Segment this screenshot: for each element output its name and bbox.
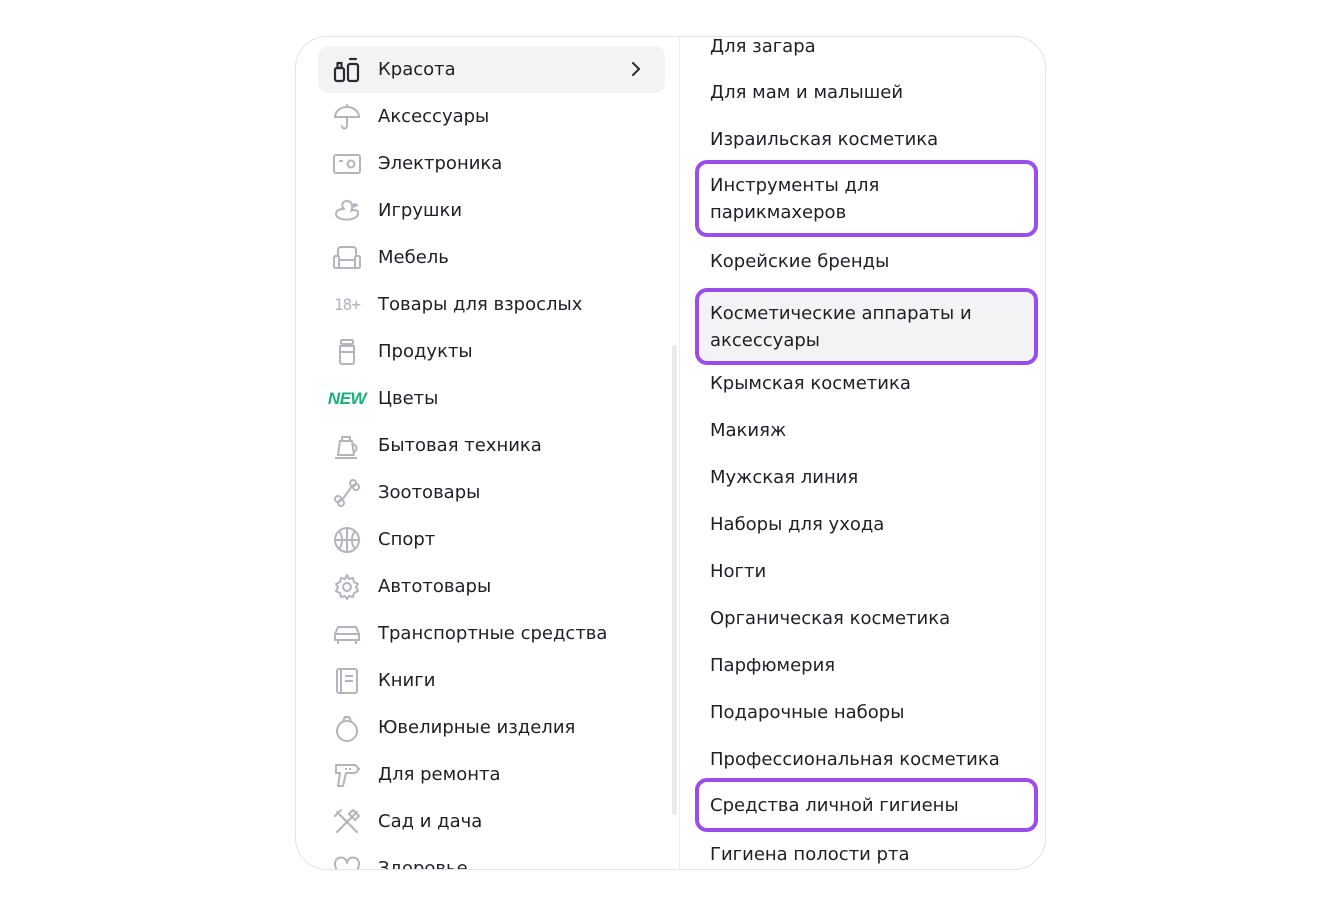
garden-tools-icon xyxy=(332,807,362,837)
category-label: Красота xyxy=(378,59,456,80)
category-label: Мебель xyxy=(378,247,449,268)
category-label: Здоровье xyxy=(378,858,468,870)
category-label: Электроника xyxy=(378,153,503,174)
category-item-pets[interactable]: Зоотовары xyxy=(318,469,665,516)
subcategory-item[interactable]: Наборы для ухода xyxy=(695,511,1038,538)
subcategory-item[interactable]: Гигиена полости рта xyxy=(695,841,1038,868)
subcategory-label: Для загара xyxy=(710,36,816,57)
subcategory-item[interactable]: Для мам и малышей xyxy=(695,79,1038,106)
category-item-adult[interactable]: 18+ Товары для взрослых xyxy=(318,281,665,328)
category-label: Ювелирные изделия xyxy=(378,717,576,738)
subcategory-item[interactable]: Макияж xyxy=(695,417,1038,444)
category-label: Цветы xyxy=(378,388,439,409)
category-label: Товары для взрослых xyxy=(378,294,583,315)
subcategory-list: Для загара Для мам и малышей Израильская… xyxy=(680,37,1045,869)
category-menu: Красота Аксессуары Электроника Игрушки М… xyxy=(295,36,1046,870)
subcategory-item[interactable]: Парфюмерия xyxy=(695,652,1038,679)
category-item-toys[interactable]: Игрушки xyxy=(318,187,665,234)
subcategory-item-highlighted[interactable]: Косметические аппараты и аксессуары xyxy=(695,288,1038,365)
subcategory-label: Инструменты для парикмахеров xyxy=(710,174,880,223)
subcategory-item[interactable]: Ногти xyxy=(695,558,1038,585)
category-item-groceries[interactable]: Продукты xyxy=(318,328,665,375)
heart-icon xyxy=(332,854,362,869)
subcategory-item[interactable]: Профессиональная косметика xyxy=(695,746,1038,773)
category-label: Бытовая техника xyxy=(378,435,542,456)
category-item-beauty[interactable]: Красота xyxy=(318,46,665,93)
subcategory-label: Гигиена полости рта xyxy=(710,844,910,865)
armchair-icon xyxy=(332,243,362,273)
duck-icon xyxy=(332,196,362,226)
subcategory-label: Для мам и малышей xyxy=(710,82,904,103)
subcategory-item[interactable]: Для загара xyxy=(695,36,1038,60)
category-item-sport[interactable]: Спорт xyxy=(318,516,665,563)
subcategory-label: Крымская косметика xyxy=(710,373,911,394)
adult-badge-text: 18+ xyxy=(334,295,361,314)
adult-18-icon: 18+ xyxy=(332,290,362,320)
subcategory-item[interactable]: Органическая косметика xyxy=(695,605,1038,632)
category-item-electronics[interactable]: Электроника xyxy=(318,140,665,187)
subcategory-label: Ногти xyxy=(710,561,767,582)
subcategory-label: Парфюмерия xyxy=(710,655,836,676)
category-item-health[interactable]: Здоровье xyxy=(318,845,665,870)
ring-icon xyxy=(332,713,362,743)
drill-icon xyxy=(332,760,362,790)
car-icon xyxy=(332,619,362,649)
ball-icon xyxy=(332,525,362,555)
subcategory-item[interactable]: Подарочные наборы xyxy=(695,699,1038,726)
category-item-books[interactable]: Книги xyxy=(318,657,665,704)
subcategory-label: Средства личной гигиены xyxy=(710,794,959,816)
bone-icon xyxy=(332,478,362,508)
category-label: Книги xyxy=(378,670,436,691)
category-label: Аксессуары xyxy=(378,106,490,127)
subcategory-item-highlighted[interactable]: Инструменты для парикмахеров xyxy=(695,160,1038,237)
category-item-vehicles[interactable]: Транспортные средства xyxy=(318,610,665,657)
subcategory-item[interactable]: Корейские бренды xyxy=(695,248,1038,275)
subcategory-item-highlighted[interactable]: Средства личной гигиены xyxy=(695,778,1038,832)
electronics-icon xyxy=(332,149,362,179)
subcategory-label: Косметические аппараты и аксессуары xyxy=(710,302,972,351)
category-label: Сад и дача xyxy=(378,811,483,832)
category-label: Транспортные средства xyxy=(378,623,608,644)
subcategory-label: Профессиональная косметика xyxy=(710,749,1000,770)
subcategory-label: Макияж xyxy=(710,420,787,441)
chevron-right-icon xyxy=(632,62,640,76)
subcategory-label: Мужская линия xyxy=(710,467,859,488)
category-label: Зоотовары xyxy=(378,482,481,503)
category-label: Автотовары xyxy=(378,576,492,597)
category-list: Красота Аксессуары Электроника Игрушки М… xyxy=(296,37,679,869)
subcategory-label: Органическая косметика xyxy=(710,608,951,629)
category-item-accessories[interactable]: Аксессуары xyxy=(318,93,665,140)
subcategory-label: Подарочные наборы xyxy=(710,702,905,723)
new-badge-icon: NEW xyxy=(328,384,367,414)
subcategory-label: Израильская косметика xyxy=(710,129,939,150)
category-scrollbar[interactable] xyxy=(672,345,677,815)
category-label: Продукты xyxy=(378,341,473,362)
category-item-auto[interactable]: Автотовары xyxy=(318,563,665,610)
category-item-jewelry[interactable]: Ювелирные изделия xyxy=(318,704,665,751)
category-item-furniture[interactable]: Мебель xyxy=(318,234,665,281)
subcategory-item[interactable]: Крымская косметика xyxy=(695,370,1038,397)
category-item-appliances[interactable]: Бытовая техника xyxy=(318,422,665,469)
subcategory-item[interactable]: Израильская косметика xyxy=(695,126,1038,153)
beauty-icon xyxy=(332,55,362,85)
category-item-garden[interactable]: Сад и дача xyxy=(318,798,665,845)
category-item-flowers[interactable]: NEW Цветы xyxy=(318,375,665,422)
category-label: Игрушки xyxy=(378,200,463,221)
book-icon xyxy=(332,666,362,696)
umbrella-icon xyxy=(332,102,362,132)
subcategory-label: Наборы для ухода xyxy=(710,514,885,535)
subcategory-label: Корейские бренды xyxy=(710,251,890,272)
category-item-repair[interactable]: Для ремонта xyxy=(318,751,665,798)
kettle-icon xyxy=(332,431,362,461)
jar-icon xyxy=(332,337,362,367)
new-badge-text: NEW xyxy=(327,388,367,408)
category-label: Для ремонта xyxy=(378,764,501,785)
category-label: Спорт xyxy=(378,529,436,550)
subcategory-item[interactable]: Мужская линия xyxy=(695,464,1038,491)
gear-icon xyxy=(332,572,362,602)
